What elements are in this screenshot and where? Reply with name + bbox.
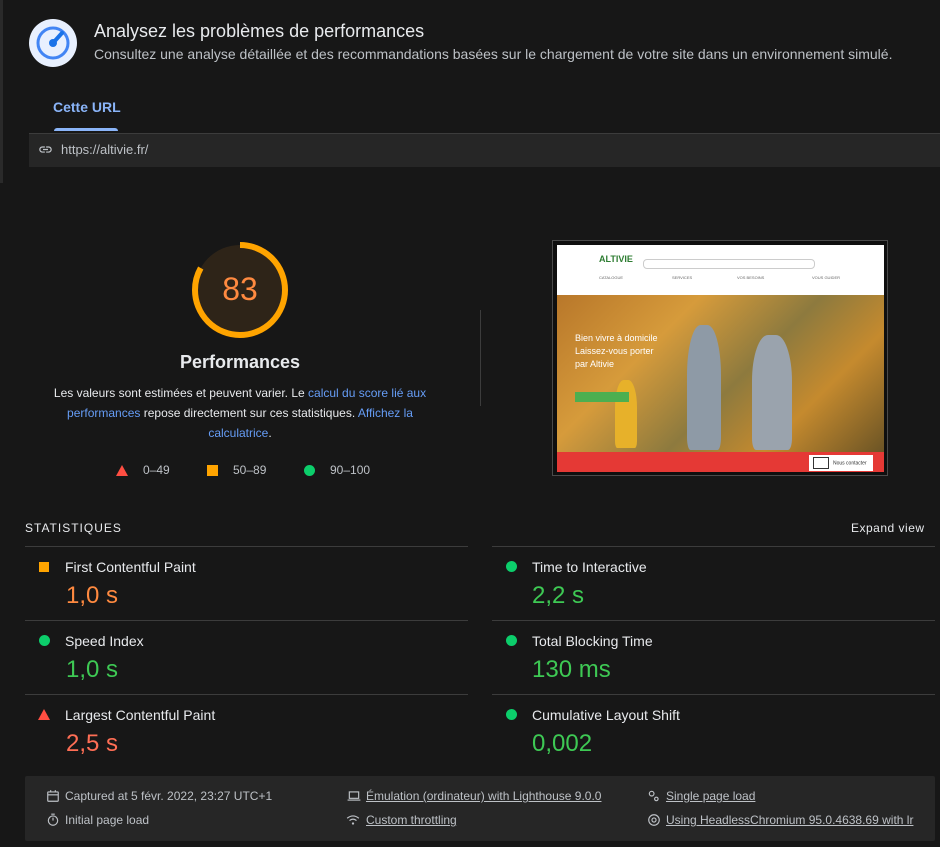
analyzed-url: https://altivie.fr/	[61, 142, 149, 157]
pass-circle-icon	[506, 709, 517, 720]
score-label: Performances	[179, 352, 301, 372]
site-logo: ALTIVIE	[599, 254, 633, 264]
row-divider	[25, 620, 468, 621]
statistics-heading: STATISTIQUES	[25, 521, 122, 535]
metric-tti-name: Time to Interactive	[532, 559, 647, 575]
metric-fcp-value: 1,0 s	[66, 582, 119, 609]
site-nav-catalogue: CATALOGUE	[599, 275, 624, 280]
section-title: Analysez les problèmes de performances	[94, 21, 425, 41]
page-screenshot[interactable]: ALTIVIE CATALOGUE SERVICES VOS BESOINS V…	[552, 240, 888, 476]
metric-lcp-value: 2,5 s	[66, 730, 119, 757]
site-header: ALTIVIE CATALOGUE SERVICES VOS BESOINS V…	[557, 245, 884, 295]
tab-active-indicator	[54, 128, 118, 131]
throttling-link[interactable]: Custom throttling	[366, 813, 457, 827]
legend-fail: 0–49	[143, 463, 170, 477]
row-divider	[25, 694, 468, 695]
envelope-icon	[813, 457, 829, 469]
row-divider	[492, 694, 935, 695]
single-page-load-link[interactable]: Single page load	[666, 789, 755, 803]
fail-triangle-icon	[38, 709, 50, 720]
run-info-footer	[25, 776, 935, 841]
hero-line-1: Bien vivre à domicile	[575, 333, 658, 343]
hero-line-2: Laissez-vous porter	[575, 346, 654, 356]
legend-average: 50–89	[233, 463, 267, 477]
chromium-icon	[648, 814, 660, 826]
average-square-icon	[39, 562, 49, 572]
metric-cls-value: 0,002	[532, 730, 593, 757]
laptop-icon	[347, 791, 361, 801]
expand-view-button[interactable]: Expand view	[851, 521, 925, 535]
pass-circle-icon	[304, 465, 315, 476]
page-left-border	[0, 0, 3, 183]
hero-person	[752, 335, 792, 450]
metric-tbt-name: Total Blocking Time	[532, 633, 653, 649]
desc-text-2: repose directement sur ces statistiques.	[140, 406, 358, 420]
performance-gauge-icon	[29, 19, 77, 67]
initial-page-load: Initial page load	[65, 813, 150, 827]
page-load-icon	[648, 790, 659, 802]
pass-circle-icon	[506, 635, 517, 646]
pass-circle-icon	[39, 635, 50, 646]
contact-label: Nous contacter	[833, 460, 867, 467]
metric-lcp-name: Largest Contentful Paint	[65, 707, 216, 723]
emulation-link[interactable]: Émulation (ordinateur) with Lighthouse 9…	[366, 789, 601, 803]
tab-this-url[interactable]: Cette URL	[53, 99, 121, 115]
wifi-icon	[346, 815, 360, 825]
vertical-divider	[480, 310, 481, 406]
hero-line-3: par Altivie	[575, 359, 615, 369]
score-value: 83	[222, 271, 258, 307]
browser-version-link[interactable]: Using HeadlessChromium 95.0.4638.69 with…	[666, 813, 916, 827]
metric-fcp-name: First Contentful Paint	[65, 559, 196, 575]
contact-badge: Nous contacter	[809, 455, 873, 471]
row-divider	[492, 546, 935, 547]
metric-si-name: Speed Index	[65, 633, 144, 649]
hero-button	[575, 392, 629, 402]
captured-time: Captured at 5 févr. 2022, 23:27 UTC+1	[65, 789, 273, 803]
section-subtitle: Consultez une analyse détaillée et des r…	[94, 46, 893, 62]
desc-text-3: .	[268, 426, 272, 440]
site-nav-guider: VOUS GUIDER	[812, 275, 841, 280]
metric-cls-name: Cumulative Layout Shift	[532, 707, 680, 723]
site-search-bar	[643, 259, 815, 269]
url-bar	[29, 133, 940, 167]
score-description: Les valeurs sont estimées et peuvent var…	[50, 383, 430, 443]
row-divider	[25, 546, 468, 547]
desc-text-1: Les valeurs sont estimées et peuvent var…	[53, 386, 309, 400]
calendar-icon	[47, 790, 59, 802]
stopwatch-icon	[47, 813, 59, 826]
fail-triangle-icon	[116, 465, 128, 476]
pass-circle-icon	[506, 561, 517, 572]
site-nav-besoins: VOS BESOINS	[737, 275, 765, 280]
hero-person	[687, 325, 721, 450]
row-divider	[492, 620, 935, 621]
metric-tbt-value: 130 ms	[532, 656, 611, 683]
link-icon	[39, 146, 52, 153]
average-square-icon	[207, 465, 218, 476]
metric-tti-value: 2,2 s	[532, 582, 585, 609]
screenshot-content: ALTIVIE CATALOGUE SERVICES VOS BESOINS V…	[557, 245, 884, 472]
site-hero-image: Bien vivre à domicile Laissez-vous porte…	[557, 295, 884, 452]
hero-child	[615, 380, 637, 448]
site-nav-services: SERVICES	[672, 275, 693, 280]
metric-si-value: 1,0 s	[66, 656, 119, 683]
legend-pass: 90–100	[330, 463, 371, 477]
